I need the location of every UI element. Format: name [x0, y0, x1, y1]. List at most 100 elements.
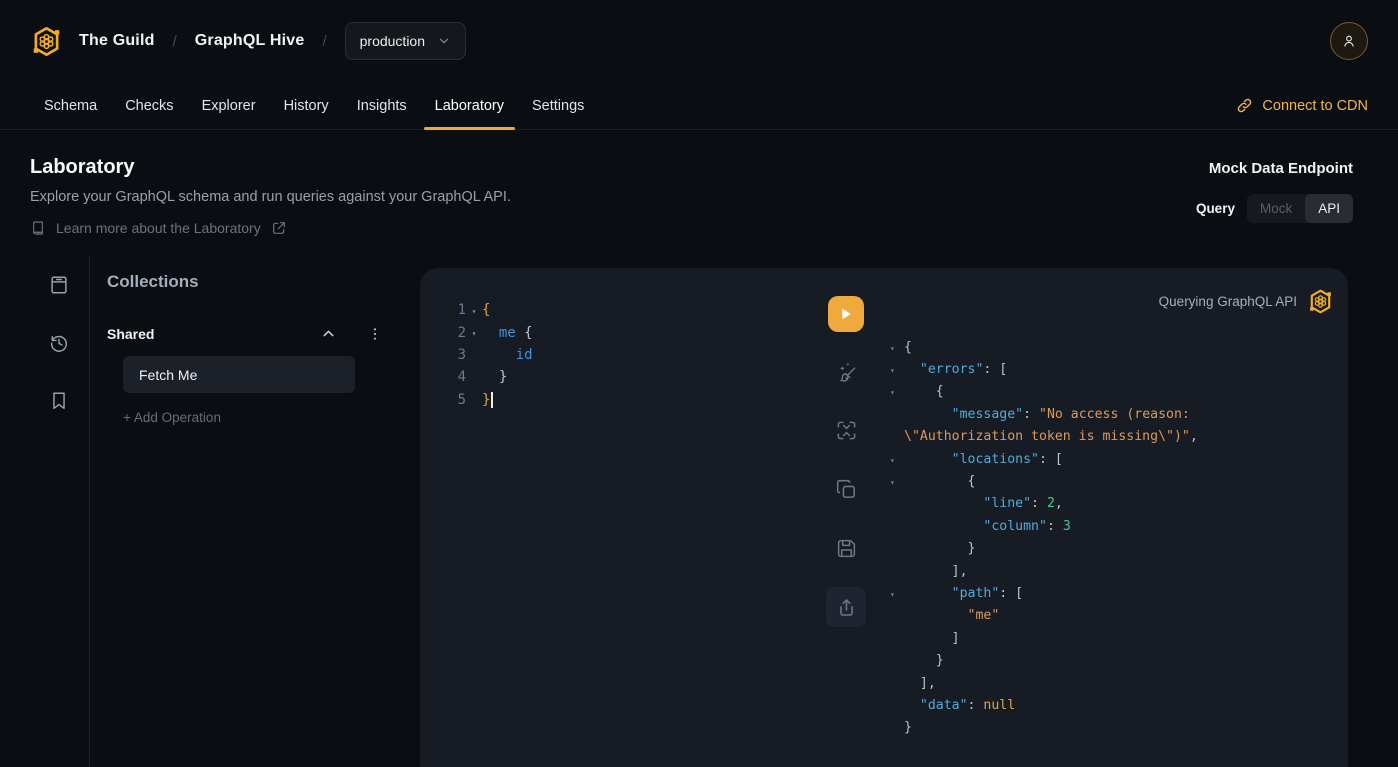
response-line: "me" [890, 605, 1334, 627]
code-token: me [499, 325, 516, 341]
response-line: ▾ { [890, 381, 1334, 403]
left-rail [0, 256, 90, 767]
execute-button[interactable] [828, 296, 864, 332]
collection-group-row[interactable]: Shared [107, 325, 383, 342]
fold-toggle-icon[interactable]: ▾ [466, 305, 482, 316]
prettify-button[interactable] [826, 351, 866, 391]
breadcrumb-separator: / [173, 33, 177, 50]
response-line: } [890, 538, 1334, 560]
fold-toggle-icon[interactable]: ▾ [890, 364, 904, 375]
share-button[interactable] [826, 587, 866, 627]
operation-item[interactable]: Fetch Me [123, 356, 355, 393]
json-token: ] [904, 631, 960, 646]
save-icon [835, 537, 858, 560]
bookmark-button[interactable] [48, 390, 70, 412]
json-token: "path" [952, 586, 1000, 601]
toggle-option-mock[interactable]: Mock [1247, 194, 1305, 223]
fold-toggle-icon[interactable]: ▾ [890, 342, 904, 353]
json-token: "errors" [920, 362, 984, 377]
tab-explorer[interactable]: Explorer [188, 82, 270, 129]
learn-more-link[interactable]: Learn more about the Laboratory [30, 220, 511, 236]
json-token: : [1047, 519, 1063, 534]
fold-toggle-icon[interactable]: ▾ [890, 476, 904, 487]
response-line: ▾ "errors": [ [890, 358, 1334, 380]
link-icon [1236, 97, 1253, 114]
fold-gutter [890, 436, 904, 438]
response-line: "data": null [890, 694, 1334, 716]
collections-panel: Collections Shared Fetch Me + Add Operat… [90, 256, 420, 767]
editor-toolbar [808, 268, 884, 767]
json-token: : [ [999, 586, 1023, 601]
hive-logo [1307, 288, 1334, 315]
toggle-option-api[interactable]: API [1305, 194, 1353, 223]
json-token: , [1190, 429, 1198, 444]
user-menu-button[interactable] [1330, 22, 1368, 60]
json-token: : [ [1039, 452, 1063, 467]
code-token: } [482, 369, 507, 385]
prettify-icon [835, 360, 858, 383]
tab-insights[interactable]: Insights [343, 82, 421, 129]
query-source-label: Query [1196, 201, 1235, 216]
breadcrumb-org[interactable]: The Guild [79, 32, 155, 50]
tab-settings[interactable]: Settings [518, 82, 598, 129]
json-token: "message" [952, 407, 1023, 422]
fold-gutter [890, 503, 904, 505]
fold-toggle-icon[interactable]: ▾ [890, 386, 904, 397]
fold-toggle-icon[interactable]: ▾ [890, 454, 904, 465]
response-line: ], [890, 672, 1334, 694]
copy-button[interactable] [826, 469, 866, 509]
json-token [904, 496, 983, 511]
kebab-menu-icon[interactable] [367, 326, 383, 342]
merge-button[interactable] [826, 410, 866, 450]
fold-gutter [466, 399, 482, 401]
page-title: Laboratory [30, 156, 511, 179]
json-token: "No access (reason: [1039, 407, 1190, 422]
query-line: 5} [454, 389, 808, 411]
fold-gutter [890, 682, 904, 684]
add-operation-button[interactable]: + Add Operation [123, 410, 420, 425]
bookmark-icon [48, 390, 70, 412]
share-icon [835, 596, 858, 619]
line-number: 1 [454, 302, 466, 318]
json-token: : [1031, 496, 1047, 511]
tab-checks[interactable]: Checks [111, 82, 187, 129]
connect-to-cdn-label: Connect to CDN [1262, 98, 1368, 114]
response-line: ] [890, 627, 1334, 649]
json-token: } [904, 720, 912, 735]
history-icon [48, 332, 70, 354]
json-token: "me" [968, 608, 1000, 623]
breadcrumb-project[interactable]: GraphQL Hive [195, 32, 305, 50]
fold-gutter [890, 413, 904, 415]
save-button[interactable] [826, 528, 866, 568]
tab-schema[interactable]: Schema [30, 82, 111, 129]
json-token [904, 362, 920, 377]
nav-bar: SchemaChecksExplorerHistoryInsightsLabor… [0, 82, 1398, 130]
json-token: "data" [920, 698, 968, 713]
docs-button[interactable] [48, 274, 70, 296]
external-link-icon [271, 220, 287, 236]
response-line: "line": 2, [890, 493, 1334, 515]
tab-history[interactable]: History [270, 82, 343, 129]
json-token: , [1055, 496, 1063, 511]
target-selector-button[interactable]: production [345, 22, 466, 60]
response-status-row: Querying GraphQL API [890, 288, 1334, 315]
json-token: 2 [1047, 496, 1055, 511]
user-icon [1340, 32, 1358, 50]
connect-to-cdn-link[interactable]: Connect to CDN [1236, 82, 1368, 129]
response-line: } [890, 717, 1334, 739]
fold-toggle-icon[interactable]: ▾ [890, 588, 904, 599]
fold-toggle-icon[interactable]: ▾ [466, 327, 482, 338]
operations-list: Fetch Me [107, 356, 420, 393]
tab-laboratory[interactable]: Laboratory [421, 82, 518, 129]
line-number: 4 [454, 369, 466, 385]
response-status-label: Querying GraphQL API [1159, 294, 1297, 309]
fold-gutter [890, 548, 904, 550]
book-icon [30, 220, 46, 236]
line-number: 3 [454, 347, 466, 363]
fold-gutter [890, 570, 904, 572]
mock-endpoint-title: Mock Data Endpoint [1209, 160, 1353, 177]
page-header: Laboratory Explore your GraphQL schema a… [0, 130, 1398, 236]
query-editor[interactable]: 1▾{2▾ me {3 id4 }5} [420, 268, 808, 767]
history-button[interactable] [48, 332, 70, 354]
chevron-up-icon[interactable] [320, 325, 337, 342]
